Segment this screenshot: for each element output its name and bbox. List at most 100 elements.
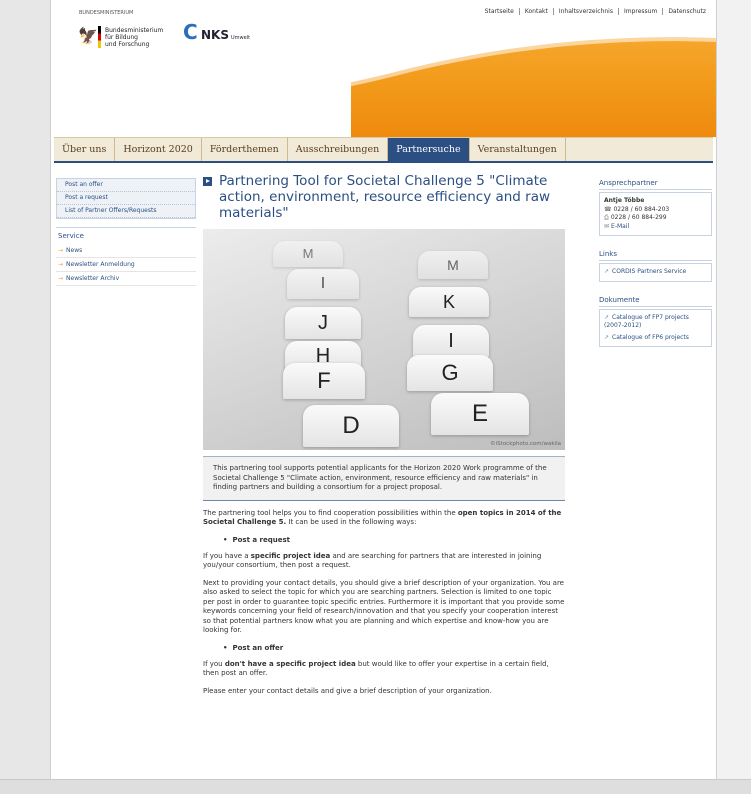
topnav-datenschutz[interactable]: Datenschutz xyxy=(662,8,711,15)
text: It can be used in the following ways: xyxy=(286,518,417,526)
link-cordis[interactable]: ↗ CORDIS Partners Service xyxy=(604,268,707,277)
left-sidebar: Post an offer Post a request List of Par… xyxy=(56,178,196,286)
paragraph-usage: The partnering tool helps you to find co… xyxy=(203,509,565,528)
eagle-icon: 🦅 xyxy=(78,26,98,45)
contact-fax: 0228 / 60 884-299 xyxy=(610,214,667,221)
service-item-newsletter-archiv[interactable]: → Newsletter Archiv xyxy=(56,272,196,286)
main-navigation: Über uns Horizont 2020 Förderthemen Auss… xyxy=(54,137,713,163)
photo-tab: I xyxy=(287,269,359,299)
contact-heading: Ansprechpartner xyxy=(599,177,712,190)
paragraph-request-details: Next to providing your contact details, … xyxy=(203,578,565,635)
nav-horizont-2020[interactable]: Horizont 2020 xyxy=(115,138,202,161)
service-item-news[interactable]: → News xyxy=(56,244,196,258)
links-heading: Links xyxy=(599,248,712,261)
photo-tab: G xyxy=(407,355,493,391)
phone-icon: ☎ xyxy=(604,205,612,213)
doc-link-fp6[interactable]: ↗ Catalogue of FP6 projects xyxy=(604,334,707,343)
nav-ausschreibungen[interactable]: Ausschreibungen xyxy=(288,138,389,161)
nks-logo[interactable]: C NKS Umwelt xyxy=(183,20,251,44)
service-heading: Service xyxy=(56,227,196,244)
nav-foerderthemen[interactable]: Förderthemen xyxy=(202,138,288,161)
arrow-icon: → xyxy=(58,247,64,254)
documents-section: Dokumente ↗ Catalogue of FP7 projects (20… xyxy=(599,294,712,347)
swirl-icon: C xyxy=(183,20,198,44)
right-sidebar: Ansprechpartner Antje Többe ☎ 0228 / 60 8… xyxy=(599,177,712,347)
photo-tab: M xyxy=(273,241,343,267)
documents-heading: Dokumente xyxy=(599,294,712,307)
topnav-impressum[interactable]: Impressum xyxy=(617,8,662,15)
service-item-label: Newsletter Anmeldung xyxy=(66,261,135,268)
header-banner: BUNDESMINISTERIUM 🦅 Bundesministerium fü… xyxy=(51,0,716,140)
text: The partnering tool helps you to find co… xyxy=(203,508,458,517)
documents-box: ↗ Catalogue of FP7 projects (2007-2012) ↗… xyxy=(599,308,712,347)
text: If you have a xyxy=(203,551,251,560)
title-arrow-icon xyxy=(203,177,212,186)
bmbf-line: für Bildung xyxy=(105,34,138,41)
link-label: CORDIS Partners Service xyxy=(612,268,687,275)
service-item-label: News xyxy=(66,247,83,254)
ministry-small-label: BUNDESMINISTERIUM xyxy=(79,10,134,16)
intro-box: This partnering tool supports potential … xyxy=(203,456,565,501)
header-swoosh xyxy=(51,0,716,105)
top-utility-nav: Startseite Kontakt Inhaltsverzeichnis Im… xyxy=(480,8,711,15)
paragraph-offer: If you don't have a specific project ide… xyxy=(203,660,565,679)
main-content: Partnering Tool for Societal Challenge 5… xyxy=(203,173,565,696)
bottom-bar xyxy=(0,779,751,794)
fax-icon: ⎙ xyxy=(604,214,609,221)
doc-link-fp7[interactable]: ↗ Catalogue of FP7 projects (2007-2012) xyxy=(604,314,707,331)
contact-phone: 0228 / 60 884-203 xyxy=(613,205,670,213)
external-link-icon: ↗ xyxy=(604,268,610,275)
photo-tab: D xyxy=(303,405,399,447)
nav-ueber-uns[interactable]: Über uns xyxy=(54,138,116,161)
text-bold: specific project idea xyxy=(250,551,331,560)
arrow-icon: → xyxy=(58,275,64,282)
topnav-kontakt[interactable]: Kontakt xyxy=(518,8,553,15)
sidebar-item-post-request[interactable]: Post a request xyxy=(57,192,195,205)
service-item-newsletter-anmeldung[interactable]: → Newsletter Anmeldung xyxy=(56,258,196,272)
window-gutter xyxy=(717,0,751,793)
photo-tab: F xyxy=(283,363,365,399)
arrow-icon: → xyxy=(58,261,64,268)
partner-menu: Post an offer Post a request List of Par… xyxy=(56,178,196,219)
bullet-post-offer: Post an offer xyxy=(203,644,565,652)
page-title: Partnering Tool for Societal Challenge 5… xyxy=(219,173,551,221)
contact-name: Antje Többe xyxy=(604,197,645,204)
nav-veranstaltungen[interactable]: Veranstaltungen xyxy=(470,138,566,161)
sidebar-item-list[interactable]: List of Partner Offers/Requests xyxy=(57,205,195,218)
photo-tab: I xyxy=(413,325,489,357)
links-box: ↗ CORDIS Partners Service xyxy=(599,263,712,282)
text-bold: don't have a specific project idea xyxy=(224,659,356,668)
bullet-post-request: Post a request xyxy=(203,536,565,544)
flag-icon xyxy=(98,26,101,48)
bmbf-logo[interactable]: Bundesministerium für Bildung und Forsch… xyxy=(105,27,163,48)
links-section: Links ↗ CORDIS Partners Service xyxy=(599,248,712,282)
title-row: Partnering Tool for Societal Challenge 5… xyxy=(203,173,565,221)
topnav-inhaltsverzeichnis[interactable]: Inhaltsverzeichnis xyxy=(552,8,618,15)
page: BUNDESMINISTERIUM 🦅 Bundesministerium fü… xyxy=(50,0,717,779)
service-item-label: Newsletter Archiv xyxy=(66,275,120,282)
nav-partnersuche[interactable]: Partnersuche xyxy=(388,138,470,161)
mail-icon: ✉ xyxy=(604,222,610,230)
service-list: → News → Newsletter Anmeldung → Newsletter … xyxy=(56,244,196,286)
bmbf-line: Bundesministerium xyxy=(105,27,164,34)
sidebar-item-post-offer[interactable]: Post an offer xyxy=(57,179,195,192)
paragraph-offer-details: Please enter your contact details and gi… xyxy=(203,686,492,695)
photo-tab: J xyxy=(285,307,361,339)
photo-tab: E xyxy=(431,393,529,435)
doc-label: Catalogue of FP6 projects xyxy=(612,333,689,341)
photo-tab: K xyxy=(409,287,489,317)
paragraph-request: If you have a specific project idea and … xyxy=(203,552,565,571)
nks-logo-text: NKS xyxy=(201,28,229,42)
external-link-icon: ↗ xyxy=(604,313,610,321)
contact-email-link[interactable]: E-Mail xyxy=(611,223,629,230)
photo-tab: M xyxy=(418,251,488,279)
external-link-icon: ↗ xyxy=(604,333,610,341)
text: If you xyxy=(203,659,225,668)
index-tabs-photo: M M I K J I H G F D E ©iStockphoto.com/w… xyxy=(203,229,565,450)
topnav-startseite[interactable]: Startseite xyxy=(480,8,519,15)
bmbf-line: und Forschung xyxy=(105,41,150,48)
photo-credit: ©iStockphoto.com/wakila xyxy=(490,441,561,447)
contact-box: Antje Többe ☎ 0228 / 60 884-203 ⎙ 0228 / 6… xyxy=(599,192,712,236)
doc-label: Catalogue of FP7 projects (2007-2012) xyxy=(604,313,689,330)
nks-logo-sub: Umwelt xyxy=(230,35,251,41)
